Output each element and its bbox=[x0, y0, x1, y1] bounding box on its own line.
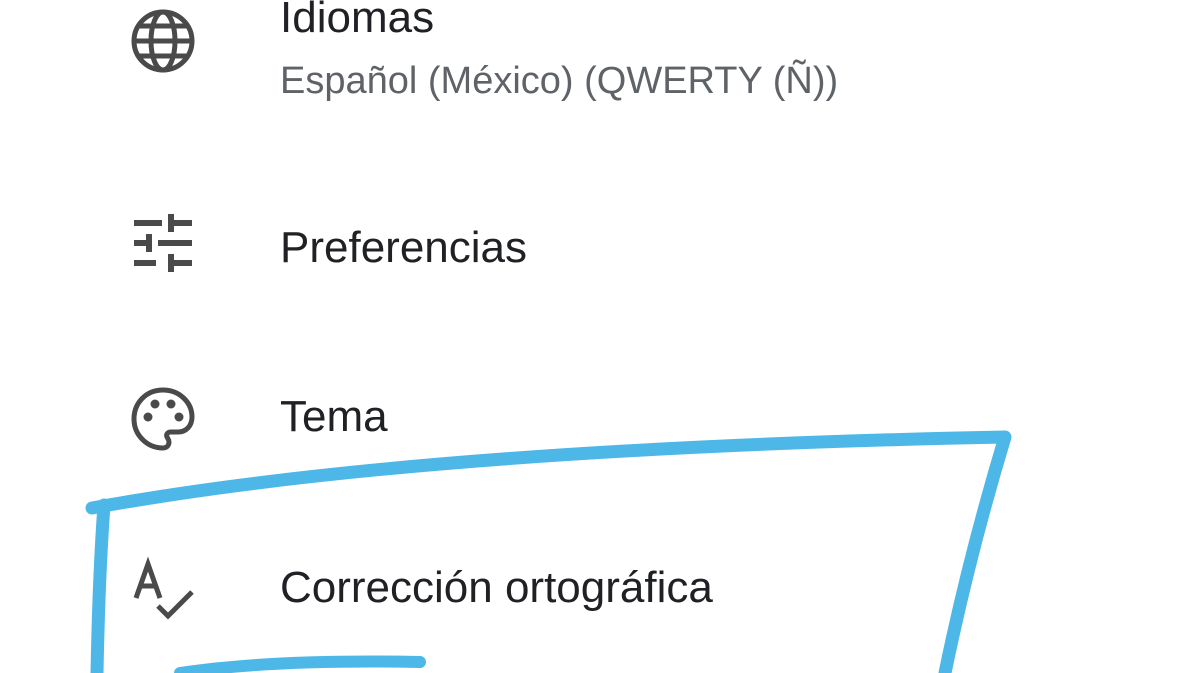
settings-item-subtitle: Español (México) (QWERTY (Ñ)) bbox=[280, 60, 839, 102]
settings-item-idiomas[interactable]: Idiomas Español (México) (QWERTY (Ñ)) bbox=[0, 0, 1200, 150]
spellcheck-icon bbox=[128, 554, 198, 624]
globe-icon bbox=[128, 6, 198, 76]
settings-item-correccion-ortografica[interactable]: Corrección ortográfica bbox=[0, 510, 1200, 673]
settings-item-tema[interactable]: Tema bbox=[0, 340, 1200, 490]
settings-item-preferencias[interactable]: Preferencias bbox=[0, 170, 1200, 320]
settings-item-title: Corrección ortográfica bbox=[280, 563, 713, 612]
settings-item-title: Tema bbox=[280, 392, 388, 441]
palette-icon bbox=[128, 384, 198, 454]
settings-item-title: Preferencias bbox=[280, 223, 528, 272]
settings-list: Idiomas Español (México) (QWERTY (Ñ)) Pr… bbox=[0, 0, 1200, 673]
settings-item-title: Idiomas bbox=[280, 0, 435, 42]
tune-icon bbox=[128, 208, 198, 278]
